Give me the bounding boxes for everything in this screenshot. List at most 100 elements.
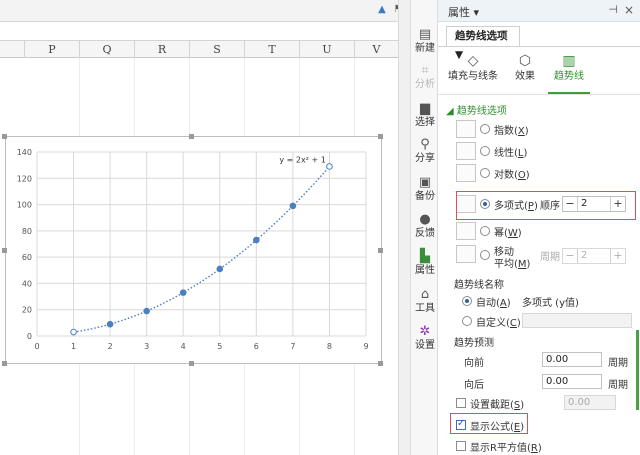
radio-moving-average[interactable] <box>480 250 490 260</box>
rail-properties[interactable]: ▙ 属性 <box>411 250 439 277</box>
feedback-icon: ● <box>419 212 431 227</box>
y-tick-label: 0 <box>27 332 32 341</box>
column-header-s[interactable]: S <box>189 41 244 58</box>
rail-select-label: 选择 <box>415 117 435 128</box>
rail-new[interactable]: ▤ 新建 <box>411 28 439 55</box>
section-trendline-name: 趋势线名称 <box>454 280 504 291</box>
log-trend-icon <box>456 164 476 182</box>
column-header-t[interactable]: T <box>244 41 299 58</box>
linear-trend-icon <box>456 142 476 160</box>
highlight-box <box>450 413 528 434</box>
rail-analyze[interactable]: ⌗ 分析 <box>411 64 439 91</box>
column-header-u[interactable]: U <box>299 41 354 58</box>
trend-type-exponential[interactable]: 指数(X) <box>456 120 636 140</box>
intercept-checkbox[interactable] <box>456 398 466 408</box>
resize-handle[interactable] <box>2 248 7 253</box>
rail-analyze-label: 分析 <box>415 79 435 90</box>
data-point <box>143 307 150 315</box>
select-icon: ▆ <box>420 101 430 116</box>
radio-power[interactable] <box>480 226 490 236</box>
name-auto-value: 多项式 (y值) <box>522 298 579 309</box>
backward-label: 向后 <box>464 380 484 391</box>
tab-trendline[interactable]: ▥ 趋势线 <box>548 52 590 83</box>
cloud-up-icon[interactable]: ▲ <box>376 4 388 16</box>
column-header-p[interactable]: P <box>24 41 79 58</box>
radio-log[interactable] <box>480 168 490 178</box>
pane-title[interactable]: 属性 ▾ <box>448 4 479 20</box>
scatter-chart[interactable]: 0 20 40 60 80 100 120 140 0 1 2 3 4 5 6 7 8 9 y = 2x² + 1 <box>6 137 383 365</box>
intercept-input[interactable]: 0.00 <box>564 395 616 410</box>
close-icon[interactable]: × <box>624 3 634 17</box>
vertical-scrollbar[interactable] <box>398 0 410 455</box>
backward-unit: 周期 <box>608 380 628 391</box>
exponential-trend-icon <box>456 120 476 138</box>
analyze-icon: ⌗ <box>421 63 429 78</box>
sheet-toolbar: ▲ ⚑ <box>0 0 402 22</box>
rail-settings[interactable]: ✲ 设置 <box>411 325 439 352</box>
radio-linear[interactable] <box>480 146 490 156</box>
resize-handle[interactable] <box>189 361 194 366</box>
chart-object[interactable]: 0 20 40 60 80 100 120 140 0 1 2 3 4 5 6 7 8 9 y = 2x² + 1 <box>5 136 382 364</box>
properties-icon: ▙ <box>420 249 430 264</box>
column-header-v[interactable]: V <box>354 41 398 58</box>
resize-handle[interactable] <box>378 248 383 253</box>
column-header-q[interactable]: Q <box>79 41 134 58</box>
tab-effects[interactable]: ⬡ 效果 <box>508 52 542 83</box>
rail-properties-label: 属性 <box>415 265 435 276</box>
radio-exponential[interactable] <box>480 124 490 134</box>
divider <box>438 94 640 95</box>
rail-backup[interactable]: ▣ 备份 <box>411 176 439 203</box>
radio-name-auto[interactable] <box>462 296 472 306</box>
backward-input[interactable]: 0.00 <box>542 374 602 389</box>
rail-select[interactable]: ▆ 选择 <box>411 102 439 129</box>
moving-average-trend-icon <box>456 245 476 263</box>
forward-input[interactable]: 0.00 <box>542 352 602 367</box>
period-increment-button[interactable]: + <box>611 249 625 263</box>
period-value[interactable]: 2 <box>577 249 611 263</box>
data-point <box>253 236 260 244</box>
column-header-cell[interactable] <box>0 41 24 58</box>
pane-scrollbar[interactable] <box>636 330 639 410</box>
tab-effects-label: 效果 <box>515 71 535 82</box>
pane-header: 属性 ▾ ⊣ × <box>438 0 640 22</box>
column-header: P Q R S T U V <box>0 40 398 58</box>
trendline <box>73 165 330 333</box>
x-tick-label: 0 <box>34 342 39 351</box>
intercept-label: 设置截距(S) <box>470 400 525 411</box>
trend-type-log[interactable]: 对数(O) <box>456 164 636 184</box>
resize-handle[interactable] <box>378 361 383 366</box>
linear-label: 线性(L) <box>494 148 528 159</box>
x-tick-label: 1 <box>71 342 76 351</box>
exponential-label: 指数(X) <box>494 126 529 137</box>
spreadsheet-area: ▲ ⚑ P Q R S T U V 0 20 40 60 80 100 120 140 0 1 2 3… <box>0 0 402 455</box>
show-r2-checkbox[interactable] <box>456 441 466 451</box>
trendline-equation: y = 2x² + 1 <box>279 156 325 165</box>
data-point <box>179 289 187 296</box>
resize-handle[interactable] <box>2 361 7 366</box>
rail-share[interactable]: ⚲ 分享 <box>411 138 439 165</box>
trendline-icon: ▥ <box>562 53 576 69</box>
period-decrement-button[interactable]: − <box>563 249 577 263</box>
custom-name-input[interactable] <box>522 313 632 328</box>
radio-name-custom[interactable] <box>462 316 472 326</box>
tools-icon: ⌂ <box>420 287 430 302</box>
trend-type-power[interactable]: 幂(W) <box>456 222 636 242</box>
section-trendline-options[interactable]: ◢ 趋势线选项 <box>446 102 507 117</box>
period-stepper[interactable]: − 2 + <box>562 248 626 264</box>
tab-trendline-options[interactable]: 趋势线选项 ▼ <box>446 26 520 61</box>
x-tick-label: 6 <box>254 342 259 351</box>
data-point <box>216 265 224 273</box>
resize-handle[interactable] <box>189 134 194 139</box>
rail-tools[interactable]: ⌂ 工具 <box>411 288 439 315</box>
section-forecast: 趋势预测 <box>454 338 494 349</box>
rail-feedback[interactable]: ● 反馈 <box>411 213 439 240</box>
period-label: 周期 <box>540 252 560 263</box>
tab-fill-line[interactable]: ◇ 填充与线条 <box>444 52 502 83</box>
tab-trendline-label: 趋势线 <box>554 71 584 82</box>
resize-handle[interactable] <box>378 134 383 139</box>
resize-handle[interactable] <box>2 134 7 139</box>
rail-feedback-label: 反馈 <box>415 228 435 239</box>
trend-type-linear[interactable]: 线性(L) <box>456 142 636 162</box>
pin-icon[interactable]: ⊣ <box>608 3 618 16</box>
column-header-r[interactable]: R <box>134 41 189 58</box>
